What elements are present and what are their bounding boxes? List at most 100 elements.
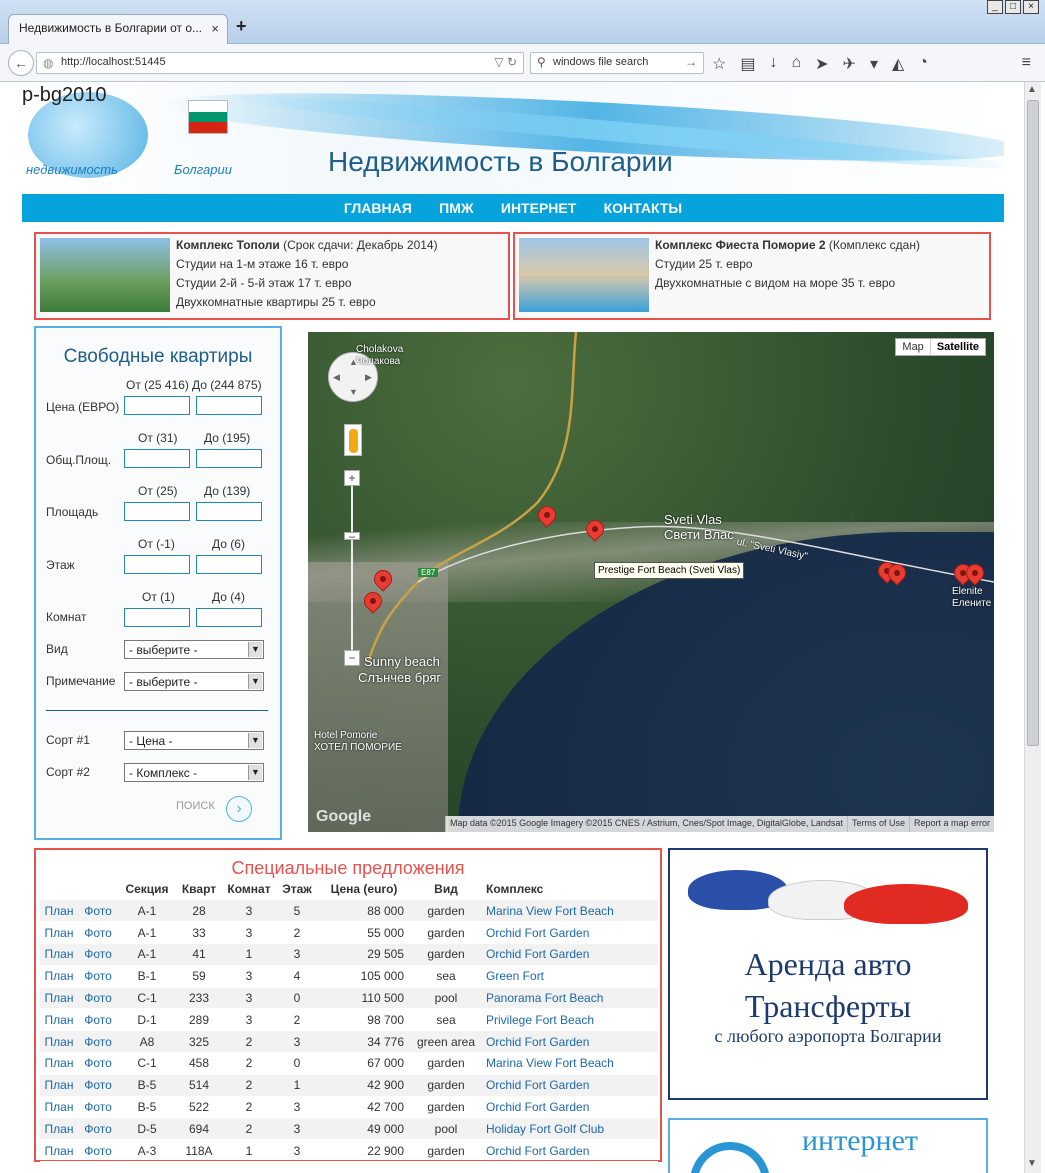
- map-report-link[interactable]: Report a map error: [908, 816, 994, 832]
- photo-link[interactable]: Фото: [78, 1139, 118, 1163]
- reading-list-icon[interactable]: ▤: [740, 54, 755, 74]
- promo-title[interactable]: Комплекс Тополи: [176, 238, 280, 252]
- photo-link[interactable]: Фото: [78, 1074, 118, 1097]
- scroll-up-icon[interactable]: ▲: [1027, 84, 1037, 95]
- map-type-satellite[interactable]: Satellite: [929, 339, 985, 355]
- bookmark-star-icon[interactable]: ☆: [712, 54, 726, 74]
- complex-link[interactable]: Orchid Fort Garden: [482, 1074, 658, 1097]
- chevron-right-icon[interactable]: ›: [226, 796, 252, 822]
- google-map[interactable]: Map Satellite ▲ ▼ ◀ ▶ + – − Cholakova Чолак…: [308, 332, 994, 832]
- dropdown-icon[interactable]: ▾: [870, 54, 878, 74]
- promo-title[interactable]: Комплекс Фиеста Помоpие 2: [655, 238, 826, 252]
- area-from-input[interactable]: [124, 502, 190, 521]
- complex-link[interactable]: Privilege Fort Beach: [482, 1008, 658, 1032]
- plan-link[interactable]: План: [40, 987, 78, 1010]
- complex-link[interactable]: Panorama Fort Beach: [482, 987, 658, 1010]
- plan-link[interactable]: План: [40, 943, 78, 966]
- search-button-label[interactable]: ПОИСК: [176, 800, 215, 812]
- url-bar[interactable]: ◍ http://localhost:51445 ▽ ↻: [36, 52, 524, 74]
- minimize-icon[interactable]: _: [987, 0, 1003, 14]
- zoom-slider-handle[interactable]: –: [344, 530, 360, 542]
- total-area-from-input[interactable]: [124, 449, 190, 468]
- promo-image[interactable]: [519, 238, 649, 312]
- complex-link[interactable]: Marina View Fort Beach: [482, 1052, 658, 1075]
- sort2-select[interactable]: - Комплекс - ▼: [124, 763, 264, 782]
- complex-link[interactable]: Orchid Fort Garden: [482, 921, 658, 945]
- history-icon[interactable]: ◔: [918, 54, 928, 74]
- photo-link[interactable]: Фото: [78, 1030, 118, 1054]
- pegman-icon[interactable]: [344, 424, 362, 456]
- close-window-icon[interactable]: ×: [1023, 0, 1039, 14]
- complex-link[interactable]: Orchid Fort Garden: [482, 1030, 658, 1054]
- photo-link[interactable]: Фото: [78, 1096, 118, 1119]
- photo-link[interactable]: Фото: [78, 900, 118, 923]
- map-marker[interactable]: [534, 502, 560, 532]
- plan-link[interactable]: План: [40, 900, 78, 923]
- zoom-in-icon[interactable]: +: [344, 470, 360, 486]
- map-marker[interactable]: [582, 516, 608, 546]
- photo-link[interactable]: Фото: [78, 921, 118, 945]
- complex-link[interactable]: Green Fort: [482, 965, 658, 988]
- map-marker[interactable]: [962, 560, 988, 590]
- plan-link[interactable]: План: [40, 1117, 78, 1141]
- new-tab-icon[interactable]: +: [236, 16, 247, 37]
- photo-link[interactable]: Фото: [78, 1008, 118, 1032]
- rooms-from-input[interactable]: [124, 608, 190, 627]
- promo-topoli[interactable]: Комплекс Тополи (Срок сдачи: Декабрь 201…: [34, 232, 510, 320]
- send-icon[interactable]: ➤: [815, 54, 828, 74]
- photo-link[interactable]: Фото: [78, 1052, 118, 1075]
- complex-link[interactable]: Marina View Fort Beach: [482, 900, 658, 923]
- plan-link[interactable]: План: [40, 1052, 78, 1075]
- photo-link[interactable]: Фото: [78, 965, 118, 988]
- download-icon[interactable]: ↓: [769, 54, 777, 74]
- total-area-to-input[interactable]: [196, 449, 262, 468]
- scroll-down-icon[interactable]: ▼: [1027, 1158, 1037, 1169]
- promo-fiesta[interactable]: Комплекс Фиеста Помоpие 2 (Комплекс сдан…: [513, 232, 991, 320]
- promo-image[interactable]: [40, 238, 170, 312]
- nav-contacts[interactable]: КОНТАКТЫ: [604, 194, 682, 222]
- maximize-icon[interactable]: □: [1005, 0, 1021, 14]
- plan-link[interactable]: План: [40, 921, 78, 945]
- vertical-scrollbar[interactable]: ▲ ▼: [1024, 82, 1041, 1173]
- rooms-to-input[interactable]: [196, 608, 262, 627]
- nav-internet[interactable]: ИНТЕРНЕТ: [501, 194, 576, 222]
- price-from-input[interactable]: [124, 396, 190, 415]
- hamburger-menu-icon[interactable]: ≡: [1022, 54, 1031, 72]
- extension-icon[interactable]: ✈: [843, 54, 856, 74]
- zoom-out-icon[interactable]: −: [344, 650, 360, 666]
- complex-link[interactable]: Orchid Fort Garden: [482, 1139, 658, 1163]
- map-marker[interactable]: [884, 560, 910, 590]
- note-select[interactable]: - выберите - ▼: [124, 672, 264, 691]
- plan-link[interactable]: План: [40, 965, 78, 988]
- floor-from-input[interactable]: [124, 555, 190, 574]
- price-to-input[interactable]: [196, 396, 262, 415]
- photo-link[interactable]: Фото: [78, 1117, 118, 1141]
- complex-link[interactable]: Orchid Fort Garden: [482, 1096, 658, 1119]
- nav-pmzh[interactable]: ПМЖ: [439, 194, 473, 222]
- browser-tab[interactable]: Недвижимость в Болгарии от о... ×: [8, 14, 228, 44]
- nav-home[interactable]: ГЛАВНАЯ: [344, 194, 412, 222]
- photo-link[interactable]: Фото: [78, 943, 118, 966]
- plan-link[interactable]: План: [40, 1008, 78, 1032]
- area-to-input[interactable]: [196, 502, 262, 521]
- plan-link[interactable]: План: [40, 1096, 78, 1119]
- view-select[interactable]: - выберите - ▼: [124, 640, 264, 659]
- internet-banner[interactable]: интернет: [668, 1118, 988, 1173]
- search-go-icon[interactable]: →: [685, 55, 697, 69]
- plan-link[interactable]: План: [40, 1074, 78, 1097]
- floor-to-input[interactable]: [196, 555, 262, 574]
- plan-link[interactable]: План: [40, 1139, 78, 1163]
- sort1-select[interactable]: - Цена - ▼: [124, 731, 264, 750]
- reload-icon[interactable]: ▽ ↻: [494, 55, 517, 69]
- zoom-slider-track[interactable]: [351, 486, 353, 650]
- back-arrow-icon[interactable]: ←: [8, 50, 34, 76]
- pocket-icon[interactable]: ◭: [892, 54, 904, 74]
- complex-link[interactable]: Orchid Fort Garden: [482, 943, 658, 966]
- map-marker[interactable]: [360, 588, 386, 618]
- scrollbar-thumb[interactable]: [1027, 100, 1039, 746]
- plan-link[interactable]: План: [40, 1030, 78, 1054]
- browser-search-input[interactable]: ⚲ windows file search →: [530, 52, 704, 74]
- map-terms-link[interactable]: Terms of Use: [846, 816, 909, 832]
- car-rental-banner[interactable]: Аренда авто Трансферты с любого аэропорт…: [668, 848, 988, 1100]
- tab-close-icon[interactable]: ×: [211, 21, 219, 36]
